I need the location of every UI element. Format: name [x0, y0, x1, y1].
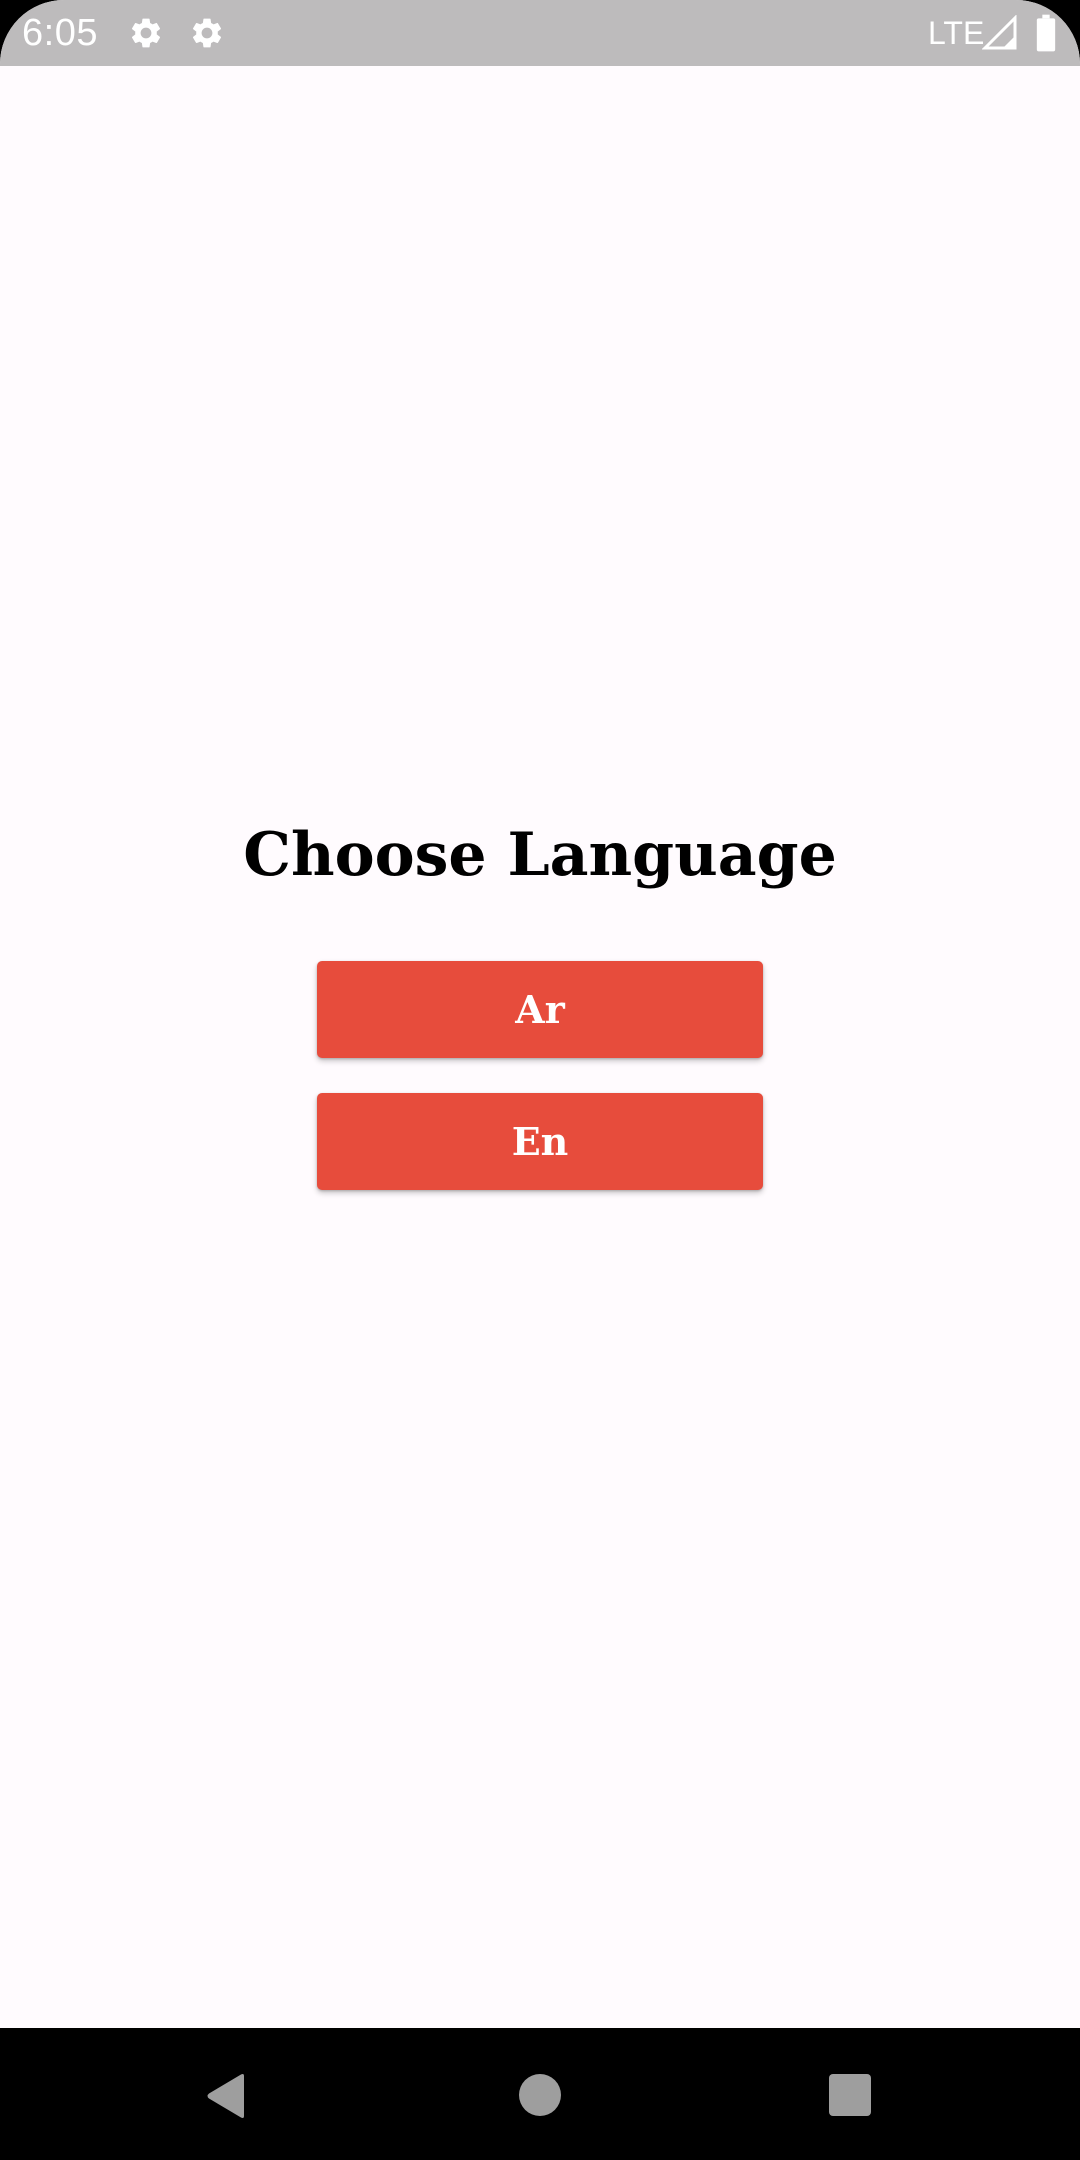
status-time: 6:05: [22, 12, 98, 54]
recents-icon[interactable]: [829, 2074, 871, 2116]
home-icon[interactable]: [519, 2074, 561, 2116]
language-english-button[interactable]: En: [317, 1093, 763, 1190]
page-title: Choose Language: [243, 820, 837, 890]
back-icon[interactable]: [204, 2073, 248, 2119]
language-arabic-button[interactable]: Ar: [317, 961, 763, 1058]
navigation-bar: [0, 2028, 1080, 2160]
signal-icon: [982, 15, 1017, 50]
battery-icon: [1036, 14, 1056, 52]
network-type-label: LTE: [928, 15, 985, 51]
status-bar: 6:05 LTE: [0, 0, 1080, 66]
settings-gear-icon: [131, 18, 161, 48]
settings-gear-icon: [192, 18, 222, 48]
app-screen: 6:05 LTE Choose Language Ar En: [0, 0, 1080, 2160]
